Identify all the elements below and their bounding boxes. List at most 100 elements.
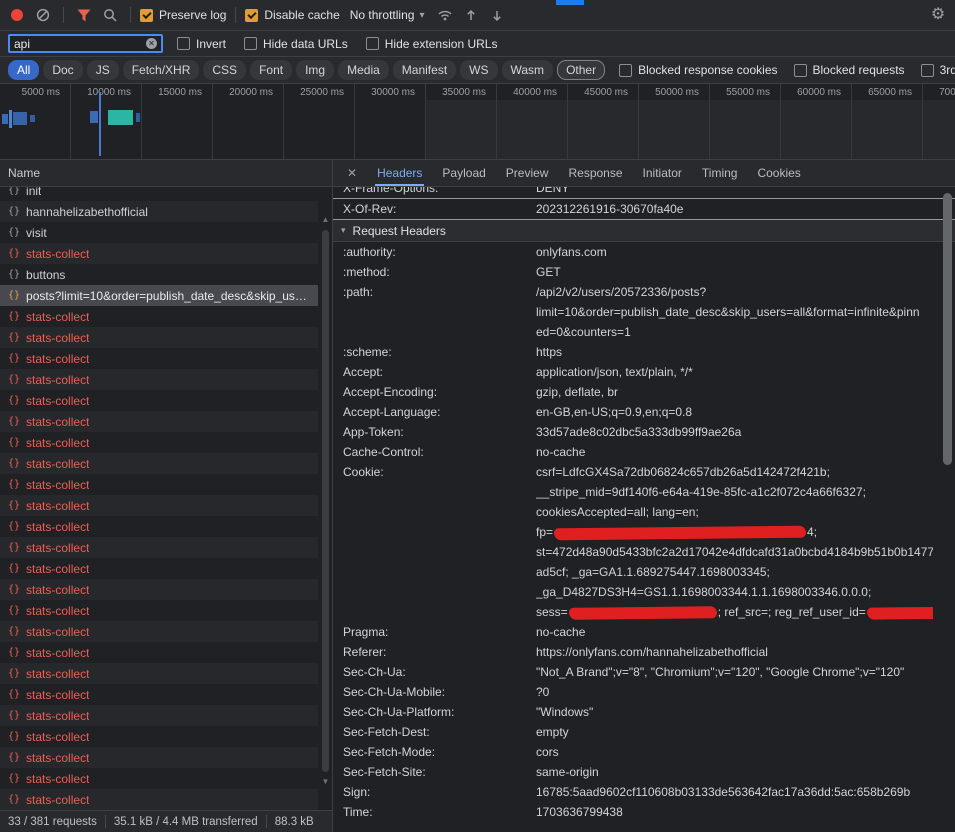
request-name: stats-collect (26, 436, 89, 450)
request-row[interactable]: {} stats-collect (0, 432, 318, 453)
detail-tab[interactable]: Cookies (747, 160, 810, 186)
filter-input[interactable]: api ✕ (8, 34, 163, 53)
scroll-up-icon[interactable]: ▲ (322, 216, 330, 224)
header-row: Sec-Fetch-Mode: cors (333, 742, 955, 762)
request-row[interactable]: {} stats-collect (0, 348, 318, 369)
scroll-down-icon[interactable]: ▼ (322, 778, 330, 786)
network-toolbar: Preserve log Disable cache No throttling… (0, 0, 955, 31)
request-row[interactable]: {} stats-collect (0, 705, 318, 726)
request-row[interactable]: {} visit (0, 222, 318, 243)
filter-toggle-button[interactable] (73, 4, 95, 26)
type-filter-pill[interactable]: Doc (43, 60, 82, 80)
request-row[interactable]: {} posts?limit=10&order=publish_date_des… (0, 285, 318, 306)
request-row[interactable]: {} stats-collect (0, 621, 318, 642)
request-row[interactable]: {} stats-collect (0, 789, 318, 810)
request-row[interactable]: {} stats-collect (0, 768, 318, 789)
header-value: 33d57ade8c02dbc5a333db99ff9ae26a (536, 422, 955, 442)
detail-tab[interactable]: Response (558, 160, 632, 186)
request-row[interactable]: {} stats-collect (0, 453, 318, 474)
timeline-tick: 25000 ms (284, 84, 355, 159)
request-row[interactable]: {} stats-collect (0, 495, 318, 516)
filter-checkbox[interactable]: Hide data URLs (244, 37, 348, 51)
throttling-dropdown[interactable]: No throttling ▾ (344, 8, 431, 22)
timeline-tick-label: 20000 ms (229, 87, 273, 98)
request-row[interactable]: {} stats-collect (0, 600, 318, 621)
header-value: https://onlyfans.com/hannahelizabethoffi… (536, 642, 955, 662)
filter-checkbox[interactable]: Hide extension URLs (366, 37, 498, 51)
request-row[interactable]: {} stats-collect (0, 516, 318, 537)
filter-checkbox[interactable]: Blocked response cookies (619, 63, 777, 77)
type-filter-pill[interactable]: Img (296, 60, 334, 80)
request-row[interactable]: {} stats-collect (0, 663, 318, 684)
script-file-icon: {} (8, 500, 20, 511)
type-filter-pill[interactable]: All (8, 60, 39, 80)
request-row[interactable]: {} stats-collect (0, 747, 318, 768)
request-row[interactable]: {} stats-collect (0, 684, 318, 705)
script-file-icon: {} (8, 248, 20, 259)
header-value: 1703636799438 (536, 802, 955, 822)
resource-type-filter-row: AllDocJSFetch/XHRCSSFontImgMediaManifest… (0, 57, 955, 84)
scrollbar-thumb[interactable] (322, 230, 329, 772)
request-row[interactable]: {} stats-collect (0, 306, 318, 327)
request-row[interactable]: {} stats-collect (0, 642, 318, 663)
record-button[interactable] (6, 4, 28, 26)
request-row[interactable]: {} stats-collect (0, 579, 318, 600)
type-filter-pill[interactable]: JS (87, 60, 119, 80)
detail-tab[interactable]: Headers (367, 160, 432, 186)
clear-filter-icon[interactable]: ✕ (146, 38, 157, 49)
type-filter-pill[interactable]: Wasm (502, 60, 554, 80)
checkbox-label: Blocked response cookies (638, 63, 777, 77)
request-row[interactable]: {} stats-collect (0, 243, 318, 264)
detail-tab[interactable]: Payload (432, 160, 495, 186)
request-row[interactable]: {} stats-collect (0, 474, 318, 495)
header-name: :method: (333, 262, 536, 282)
search-button[interactable] (99, 4, 121, 26)
response-headers-tail: X-Of-Rev: 202312261916-30670fa40e (333, 199, 955, 220)
request-row[interactable]: {} stats-collect (0, 558, 318, 579)
header-value: same-origin (536, 762, 955, 782)
type-filter-pill[interactable]: Manifest (393, 60, 456, 80)
preserve-log-checkbox[interactable]: Preserve log (140, 8, 226, 22)
type-filter-pill[interactable]: CSS (203, 60, 246, 80)
script-file-icon: {} (8, 647, 20, 658)
timeline-tick: 20000 ms (213, 84, 284, 159)
type-filter-pill[interactable]: WS (460, 60, 497, 80)
filter-funnel-icon (77, 9, 91, 22)
request-row[interactable]: {} stats-collect (0, 369, 318, 390)
detail-scrollbar-thumb[interactable] (943, 193, 952, 465)
request-row[interactable]: {} stats-collect (0, 537, 318, 558)
header-name: :scheme: (333, 342, 536, 362)
name-column-header[interactable]: Name (0, 160, 332, 187)
type-filter-pill[interactable]: Fetch/XHR (123, 60, 200, 80)
type-filter-pill[interactable]: Media (338, 60, 389, 80)
request-row[interactable]: {} buttons (0, 264, 318, 285)
import-har-button[interactable] (460, 4, 482, 26)
filter-checkbox[interactable]: Blocked requests (794, 63, 905, 77)
request-row[interactable]: {} hannahelizabethofficial (0, 201, 318, 222)
close-icon[interactable]: ✕ (337, 166, 367, 180)
type-filter-pill[interactable]: Other (557, 60, 605, 80)
request-row[interactable]: {} stats-collect (0, 327, 318, 348)
toolbar-divider (130, 7, 131, 23)
clear-button[interactable] (32, 4, 54, 26)
detail-tab[interactable]: Initiator (633, 160, 692, 186)
disable-cache-checkbox[interactable]: Disable cache (245, 8, 339, 22)
request-row[interactable]: {} stats-collect (0, 726, 318, 747)
settings-button[interactable]: ⚙ (927, 4, 949, 26)
type-filter-pill[interactable]: Font (250, 60, 292, 80)
filter-checkbox[interactable]: 3rd-party requests (921, 63, 955, 77)
request-row[interactable]: {} stats-collect (0, 411, 318, 432)
detail-tab[interactable]: Timing (692, 160, 748, 186)
timeline-tick: 45000 ms (568, 84, 639, 159)
timeline-overview[interactable]: 5000 ms10000 ms15000 ms20000 ms25000 ms3… (0, 84, 955, 160)
export-har-button[interactable] (486, 4, 508, 26)
request-row[interactable]: {} stats-collect (0, 390, 318, 411)
request-row[interactable]: {} init (0, 187, 318, 201)
checkbox-label: Hide extension URLs (385, 37, 498, 51)
requests-scrollbar[interactable]: ▲ ▼ (319, 214, 332, 788)
detail-tab[interactable]: Preview (496, 160, 559, 186)
request-detail-pane: ✕ HeadersPayloadPreviewResponseInitiator… (333, 160, 955, 832)
network-conditions-button[interactable] (434, 4, 456, 26)
request-headers-section-toggle[interactable]: ▾ Request Headers (333, 220, 955, 242)
filter-checkbox[interactable]: Invert (177, 37, 226, 51)
